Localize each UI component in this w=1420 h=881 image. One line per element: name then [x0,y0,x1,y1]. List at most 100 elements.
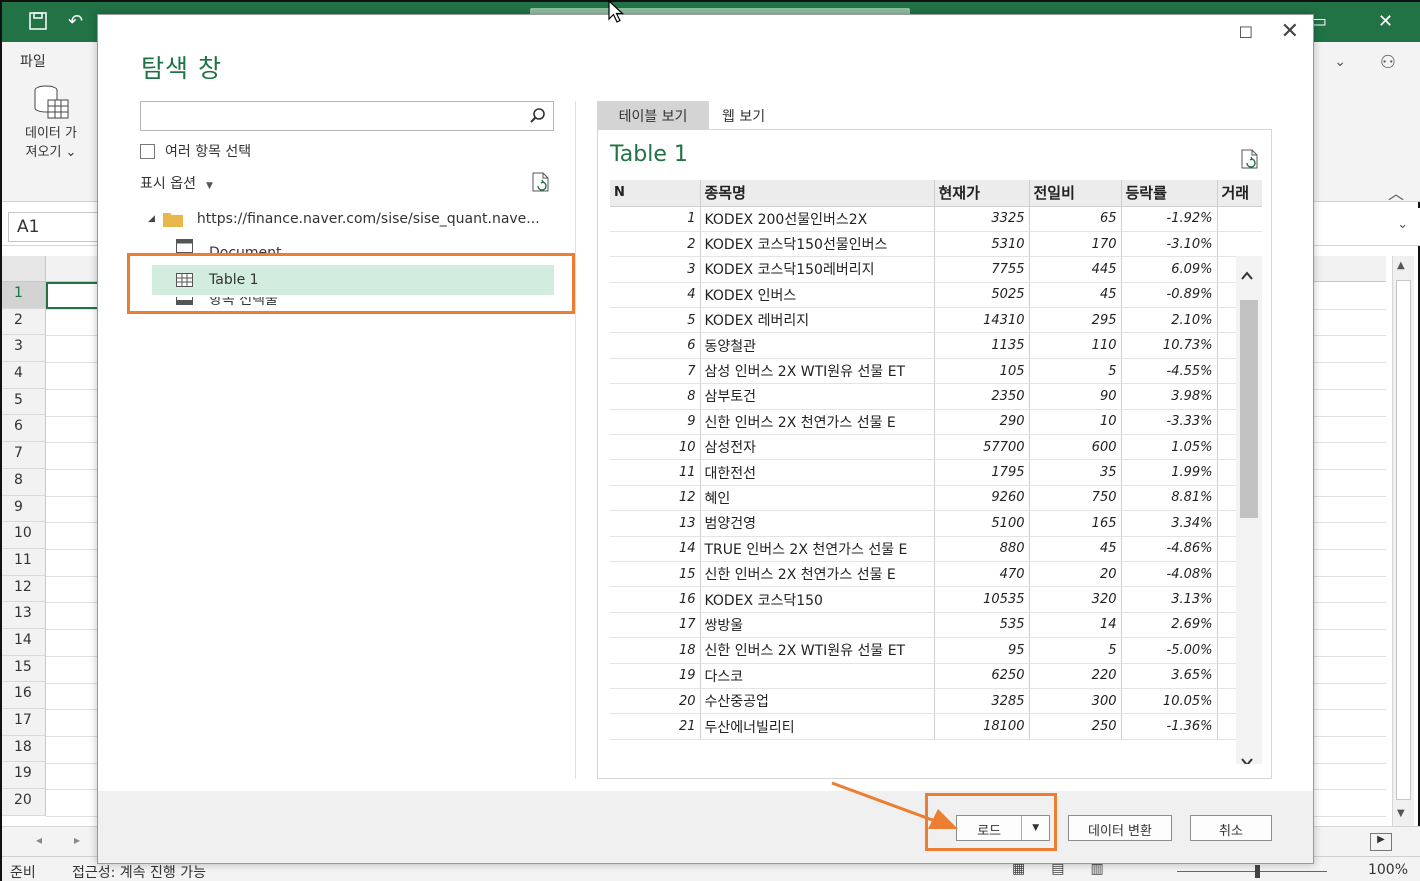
table-cell: 10 [610,434,701,461]
tree-item-document[interactable]: Document [152,237,554,253]
accessibility-status[interactable]: 접근성: 계속 진행 가능 [72,862,206,881]
row-header[interactable]: 1 [2,282,46,309]
row-header[interactable]: 19 [2,762,46,790]
scroll-down-icon[interactable] [1241,756,1253,764]
table-cell: -3.10% [1121,231,1218,258]
table-cell: 21 [610,713,701,740]
worksheet-vertical-scrollbar[interactable]: ▲ ▼ [1392,256,1414,826]
row-header[interactable]: 4 [2,362,46,389]
table-row: 10 삼성전자 57700 600 1.05% [610,434,1262,461]
ribbon-dropdown-icon[interactable]: ⌄ [1334,54,1346,70]
refresh-icon[interactable] [530,171,552,193]
table-row: 5 KODEX 레버리지 14310 295 2.10% [610,307,1262,334]
zoom-level[interactable]: 100% [1368,862,1408,878]
search-input[interactable] [140,101,554,131]
table-row: 4 KODEX 인버스 5025 45 -0.89% [610,282,1262,309]
undo-icon[interactable]: ↶ [68,11,83,32]
zoom-slider-knob[interactable] [1255,865,1260,878]
scroll-up-icon[interactable]: ▲ [1397,260,1405,271]
tab-file[interactable]: 파일 [20,51,46,71]
preview-vertical-scrollbar[interactable] [1236,256,1262,764]
search-icon[interactable] [529,107,547,125]
table-header-row: N 종목명 현재가 전일비 등락률 거래 [610,180,1262,207]
table-cell: 6 [610,332,701,359]
row-header[interactable]: 11 [2,548,46,576]
row-header[interactable]: 13 [2,602,46,629]
column-header[interactable]: 종목명 [700,180,935,207]
row-header[interactable]: 10 [2,522,46,549]
row-header[interactable]: 16 [2,682,46,709]
table-row: 7 삼성 인버스 2X WTI원유 선물 ET 105 5 -4.55% [610,358,1262,385]
row-header[interactable]: 2 [2,308,46,336]
formula-expand-icon[interactable]: ⌄ [1397,217,1408,232]
table-cell: 90 [1029,383,1122,410]
tree-root-source[interactable]: ◢ https://finance.naver.com/sise/sise_qu… [148,211,568,227]
pane-divider[interactable] [575,101,576,779]
get-data-button[interactable]: 데이터 가 져오기 ⌄ [10,84,92,162]
table-cell: 9260 [934,485,1030,512]
checkbox[interactable] [140,143,155,159]
row-header[interactable]: 7 [2,442,46,469]
table-row: 19 다스코 6250 220 3.65% [610,663,1262,689]
close-icon[interactable]: ✕ [1378,11,1393,32]
row-header[interactable]: 17 [2,709,46,736]
annotation-highlight-table [127,253,575,314]
column-header[interactable]: 거래 [1217,180,1262,207]
tab-web-view[interactable]: 웹 보기 [722,106,765,126]
table-cell: 7755 [934,256,1030,283]
table-row: 8 삼부토건 2350 90 3.98% [610,383,1262,410]
transform-data-button[interactable]: 데이터 변환 [1068,815,1172,841]
table-cell: 1135 [934,332,1030,359]
dialog-title: 탐색 창 [141,54,222,83]
database-icon [34,85,69,119]
scroll-up-icon[interactable] [1241,270,1253,282]
table-cell: 445 [1029,256,1122,283]
sheet-next-icon[interactable]: ▸ [74,833,80,847]
row-header[interactable]: 9 [2,495,46,523]
column-header[interactable]: 전일비 [1029,180,1122,207]
hscroll-right-icon[interactable]: ▶ [1370,833,1392,851]
table-cell: 18 [610,637,701,664]
table-cell: 삼성전자 [700,434,935,461]
share-icon[interactable]: ⚇ [1380,52,1396,73]
multi-select-checkbox[interactable]: 여러 항목 선택 [140,141,251,161]
zoom-slider[interactable] [1177,871,1327,872]
display-options-dropdown[interactable]: 표시 옵션 ▼ [140,173,213,193]
row-header[interactable]: 15 [2,655,46,683]
maximize-icon[interactable]: ☐ [1239,23,1253,42]
row-header[interactable]: 6 [2,415,46,443]
name-box[interactable]: A1 [8,212,98,242]
save-icon[interactable] [28,11,48,36]
sheet-prev-icon[interactable]: ◂ [36,833,42,847]
close-icon[interactable]: ✕ [1281,19,1299,44]
table-cell: 10.05% [1121,688,1218,715]
table-cell: KODEX 코스닥150 [700,586,935,613]
row-header[interactable]: 20 [2,789,46,816]
collapse-ribbon-icon[interactable]: ︿ [1388,180,1404,204]
column-header[interactable]: 현재가 [934,180,1030,207]
table-row: 6 동양철관 1135 110 10.73% [610,332,1262,359]
scroll-thumb[interactable] [1240,300,1258,518]
table-cell: 신한 인버스 2X 천연가스 선물 E [700,561,935,588]
row-header[interactable]: 18 [2,735,46,763]
table-cell: 35 [1029,459,1122,486]
scroll-down-icon[interactable]: ▼ [1397,808,1405,819]
row-header[interactable]: 12 [2,575,46,603]
row-header[interactable]: 3 [2,335,46,363]
table-cell: 신한 인버스 2X WTI원유 선물 ET [700,637,935,664]
refresh-icon[interactable] [1239,148,1261,170]
row-header[interactable]: 5 [2,388,46,416]
tab-table-view[interactable]: 테이블 보기 [597,101,709,129]
row-header[interactable]: 8 [2,468,46,496]
cancel-button[interactable]: 취소 [1190,815,1272,841]
table-cell: 16 [610,586,701,613]
table-cell: 1 [610,206,701,232]
column-header[interactable]: N [610,180,701,207]
row-header[interactable]: 14 [2,628,46,656]
expand-icon[interactable]: ◢ [148,214,155,224]
column-header[interactable]: 등락률 [1121,180,1218,207]
scroll-thumb[interactable] [1396,280,1411,800]
table-cell: KODEX 코스닥150선물인버스 [700,231,935,258]
table-cell: 쌍방울 [700,612,935,639]
select-all-corner[interactable] [2,256,46,282]
